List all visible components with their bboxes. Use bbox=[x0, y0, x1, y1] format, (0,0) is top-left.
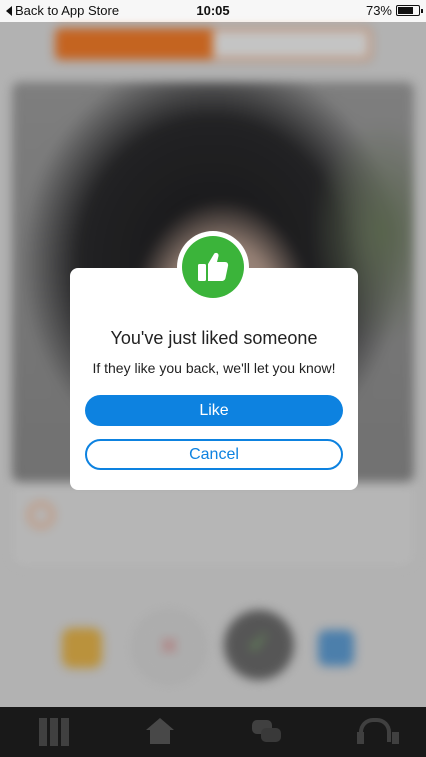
battery-status: 73% bbox=[365, 3, 423, 18]
thumbs-up-icon bbox=[198, 252, 229, 281]
back-to-app-store-link[interactable]: Back to App Store bbox=[6, 3, 119, 18]
badge-circle bbox=[182, 236, 244, 298]
liked-badge bbox=[177, 231, 249, 303]
battery-icon bbox=[396, 5, 423, 16]
dialog-title: You've just liked someone bbox=[110, 328, 318, 348]
dialog-message: If they like you back, we'll let you kno… bbox=[92, 360, 336, 376]
status-bar: Back to App Store 10:05 73% bbox=[0, 0, 426, 22]
like-button[interactable]: Like bbox=[85, 395, 343, 426]
cancel-button[interactable]: Cancel bbox=[85, 439, 343, 470]
back-caret-icon bbox=[6, 5, 12, 16]
battery-percent: 73% bbox=[365, 3, 392, 18]
back-label: Back to App Store bbox=[15, 3, 120, 18]
screen: Back to App Store 10:05 73% ✕ ✓ You've j… bbox=[0, 0, 426, 757]
